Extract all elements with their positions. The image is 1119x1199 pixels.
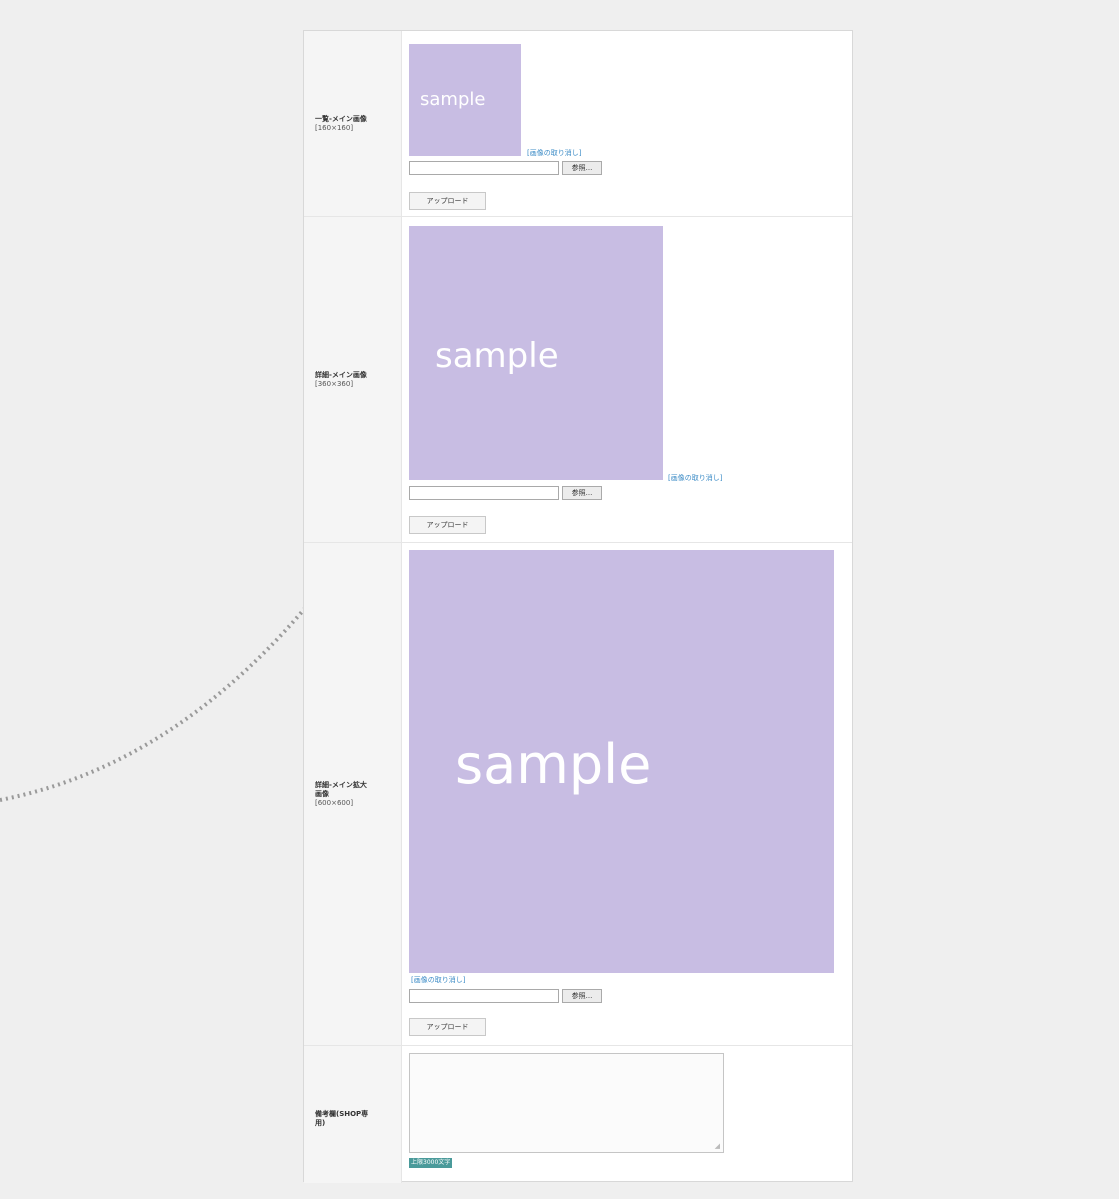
char-limit-badge: 上限3000文字 [409, 1158, 453, 1168]
row-label-cell: 備考欄(SHOP専 用) [304, 1046, 402, 1183]
field-label-text: 詳細-メイン拡大 画像 [315, 780, 367, 798]
browse-button[interactable]: 参照... [562, 989, 602, 1003]
browse-button[interactable]: 参照... [562, 486, 602, 500]
field-size-text: [600×600] [315, 798, 354, 807]
file-path-input[interactable] [409, 486, 559, 500]
sample-image-text: sample [420, 89, 486, 110]
field-label-text: 一覧-メイン画像 [315, 114, 367, 123]
upload-button[interactable]: アップロード [409, 1018, 486, 1036]
sample-image-preview: sample [409, 226, 663, 480]
sample-image-text: sample [435, 336, 559, 376]
row-content-cell: ◢ 上限3000文字 [402, 1046, 852, 1183]
file-path-input[interactable] [409, 161, 559, 175]
sample-image-text: sample [455, 733, 652, 796]
field-size-text: [360×360] [315, 379, 354, 388]
upload-button[interactable]: アップロード [409, 516, 486, 534]
field-label: 詳細-メイン拡大 画像 [600×600] [315, 772, 367, 817]
field-label: 一覧-メイン画像 [160×160] [315, 106, 367, 142]
resize-grip-icon[interactable]: ◢ [715, 1142, 720, 1150]
row-label-cell: 一覧-メイン画像 [160×160] [304, 31, 402, 216]
field-size-text: [160×160] [315, 123, 354, 132]
row-list-main-image: 一覧-メイン画像 [160×160] sample [画像の取り消し] 参照..… [304, 31, 852, 217]
file-path-input[interactable] [409, 989, 559, 1003]
remove-image-link[interactable]: [画像の取り消し] [668, 473, 722, 483]
row-label-cell: 詳細-メイン拡大 画像 [600×600] [304, 543, 402, 1045]
notes-textarea[interactable]: ◢ [409, 1053, 724, 1153]
field-label-text: 備考欄(SHOP専 用) [315, 1110, 369, 1127]
remove-image-link[interactable]: [画像の取り消し] [411, 975, 465, 985]
field-label: 詳細-メイン画像 [360×360] [315, 362, 367, 398]
sample-image-preview: sample [409, 44, 521, 156]
browse-button[interactable]: 参照... [562, 161, 602, 175]
row-detail-enlarged-image: 詳細-メイン拡大 画像 [600×600] sample [画像の取り消し] 参… [304, 543, 852, 1046]
field-label-text: 詳細-メイン画像 [315, 370, 367, 379]
remove-image-link[interactable]: [画像の取り消し] [527, 148, 581, 158]
row-content-cell: sample [画像の取り消し] 参照... アップロード [402, 543, 852, 1045]
row-content-cell: sample [画像の取り消し] 参照... アップロード [402, 31, 852, 216]
row-detail-main-image: 詳細-メイン画像 [360×360] sample [画像の取り消し] 参照..… [304, 217, 852, 543]
row-content-cell: sample [画像の取り消し] 参照... アップロード [402, 217, 852, 542]
sample-image-preview: sample [409, 550, 834, 973]
row-shop-notes: 備考欄(SHOP専 用) ◢ 上限3000文字 [304, 1046, 852, 1183]
image-upload-form: 一覧-メイン画像 [160×160] sample [画像の取り消し] 参照..… [303, 30, 853, 1183]
row-label-cell: 詳細-メイン画像 [360×360] [304, 217, 402, 542]
field-label: 備考欄(SHOP専 用) [315, 1101, 368, 1128]
upload-button[interactable]: アップロード [409, 192, 486, 210]
